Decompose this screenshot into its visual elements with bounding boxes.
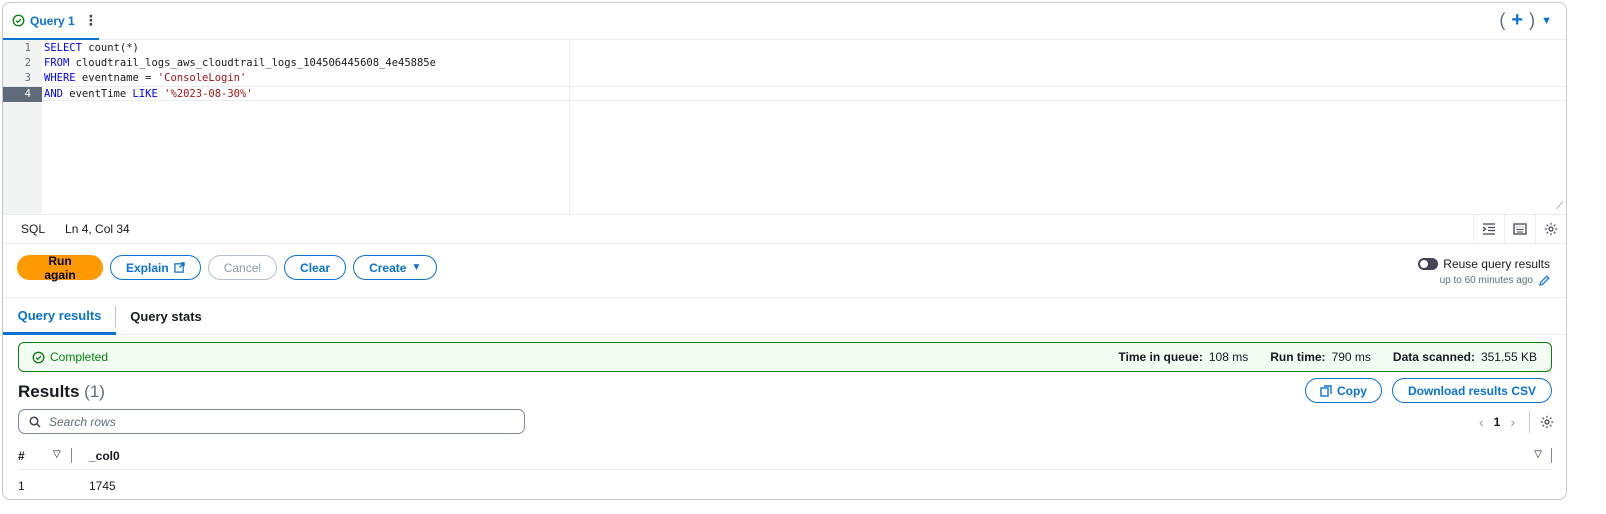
search-input[interactable] xyxy=(49,414,489,429)
keyboard-shortcuts-icon[interactable] xyxy=(1504,215,1535,243)
editor-status-bar: SQL Ln 4, Col 34 xyxy=(3,214,1566,244)
time-in-queue-label: Time in queue: xyxy=(1118,350,1203,364)
pagination: ‹ 1 › xyxy=(1479,410,1554,434)
column-resizer[interactable] xyxy=(71,448,72,463)
sort-icon[interactable]: ▽ xyxy=(1534,449,1542,460)
search-icon xyxy=(29,415,41,428)
add-tab-button[interactable]: + xyxy=(1511,9,1523,32)
tab-query-stats[interactable]: Query stats xyxy=(116,298,216,335)
line-number: 2 xyxy=(24,57,31,69)
editor-tools xyxy=(1473,215,1566,243)
success-check-icon xyxy=(32,351,45,363)
results-tabs: Query results Query stats xyxy=(3,297,1566,335)
row-value: 1745 xyxy=(89,479,116,493)
results-count: (1) xyxy=(84,382,105,401)
copy-button[interactable]: Copy xyxy=(1304,378,1382,403)
sql-keyword: FROM xyxy=(44,57,70,69)
create-label: Create xyxy=(369,260,407,275)
sql-token: eventname = xyxy=(75,72,158,84)
column-header-col0[interactable]: _col0 xyxy=(89,449,120,463)
code-line[interactable]: 1 SELECT count(*) xyxy=(3,41,1566,56)
explain-label: Explain xyxy=(126,260,169,275)
sort-icon[interactable]: ▽ xyxy=(53,449,61,460)
pager-divider xyxy=(1529,411,1530,433)
language-label: SQL xyxy=(21,222,46,236)
line-number: 4 xyxy=(3,87,42,102)
run-time-value: 790 ms xyxy=(1331,350,1371,364)
more-options-icon[interactable]: ⋮ xyxy=(84,12,98,29)
caret-down-icon: ▼ xyxy=(411,262,422,273)
code-text[interactable]: WHERE eventname = 'ConsoleLogin' xyxy=(44,71,246,86)
status-banner: Completed Time in queue: 108 ms Run time:… xyxy=(18,342,1552,372)
previous-page-icon[interactable]: ‹ xyxy=(1479,414,1484,430)
row-index: 1 xyxy=(18,479,25,493)
data-scanned-value: 351.55 KB xyxy=(1480,350,1537,364)
query-actions: Run again Explain Cancel Clear Create ▼ xyxy=(17,254,438,282)
tab-query-1[interactable]: Query 1 ⋮ xyxy=(3,3,99,40)
results-table-header: # ▽ _col0 ▽ xyxy=(18,444,1552,470)
code-text[interactable]: AND eventTime LIKE '%2023-08-30%' xyxy=(44,87,253,102)
results-actions: Copy Download results CSV xyxy=(1304,378,1552,403)
reuse-sub-label: up to 60 minutes ago xyxy=(1439,275,1533,286)
query-metrics: Time in queue: 108 ms Run time: 790 ms Dat… xyxy=(1118,343,1537,371)
current-page[interactable]: 1 xyxy=(1494,415,1501,429)
format-query-icon[interactable] xyxy=(1473,215,1504,243)
code-line[interactable]: 2 FROM cloudtrail_logs_aws_cloudtrail_log… xyxy=(3,56,1566,71)
code-line[interactable]: 4 AND eventTime LIKE '%2023-08-30%' xyxy=(3,86,1566,102)
reuse-query-results: Reuse query results up to 60 minutes ago xyxy=(1418,257,1550,286)
reuse-label: Reuse query results xyxy=(1443,257,1550,271)
explain-button[interactable]: Explain xyxy=(110,255,201,280)
search-rows-field[interactable] xyxy=(18,409,525,434)
tab-label: Query 1 xyxy=(30,13,75,28)
next-page-icon[interactable]: › xyxy=(1510,414,1515,430)
results-title: Results xyxy=(18,382,80,401)
column-resizer[interactable] xyxy=(1551,448,1552,463)
time-in-queue-value: 108 ms xyxy=(1208,350,1249,364)
sql-keyword: AND xyxy=(44,88,63,100)
results-heading: Results (1) xyxy=(18,382,105,402)
sql-string: '%2023-08-30%' xyxy=(164,88,253,100)
create-button[interactable]: Create ▼ xyxy=(353,255,438,280)
data-scanned-label: Data scanned: xyxy=(1392,350,1475,364)
editor-settings-icon[interactable] xyxy=(1535,215,1566,243)
query-tab-bar: Query 1 ⋮ ( + ) ▼ xyxy=(3,3,1566,40)
sql-token: cloudtrail_logs_aws_cloudtrail_logs_1045… xyxy=(69,57,436,69)
tab-query-results[interactable]: Query results xyxy=(3,298,116,335)
copy-label: Copy xyxy=(1336,383,1367,398)
download-csv-button[interactable]: Download results CSV xyxy=(1391,378,1552,403)
table-preferences-icon[interactable] xyxy=(1540,415,1554,429)
code-text[interactable]: FROM cloudtrail_logs_aws_cloudtrail_logs… xyxy=(44,56,436,71)
query-editor-panel: Query 1 ⋮ ( + ) ▼ 1 SELECT count(*) 2 FROM … xyxy=(2,2,1567,500)
code-line[interactable]: 3 WHERE eventname = 'ConsoleLogin' xyxy=(3,71,1566,86)
code-text[interactable]: SELECT count(*) xyxy=(44,41,139,56)
tab-actions: ( + ) ▼ xyxy=(1499,9,1552,32)
line-number: 3 xyxy=(24,72,31,84)
reuse-results-toggle[interactable] xyxy=(1418,258,1439,270)
tab-menu-caret-icon[interactable]: ▼ xyxy=(1541,15,1552,27)
cancel-button: Cancel xyxy=(207,255,278,280)
external-link-icon xyxy=(173,262,185,273)
sql-token: count(*) xyxy=(81,42,139,54)
completed-label: Completed xyxy=(50,350,109,364)
sql-keyword: SELECT xyxy=(44,42,82,54)
cursor-position: Ln 4, Col 34 xyxy=(65,222,130,236)
clear-button[interactable]: Clear xyxy=(284,255,347,280)
sql-editor[interactable]: 1 SELECT count(*) 2 FROM cloudtrail_logs_aw… xyxy=(3,40,1566,214)
bracket-right: ) xyxy=(1529,10,1536,30)
run-again-button[interactable]: Run again xyxy=(17,254,103,282)
bracket-left: ( xyxy=(1499,10,1506,30)
resize-handle-icon[interactable]: ⟋ xyxy=(1556,201,1563,212)
copy-icon xyxy=(1320,384,1332,397)
column-header-index: # xyxy=(18,449,25,463)
table-row: 1 1745 xyxy=(18,475,1552,497)
sql-token: eventTime xyxy=(62,88,133,100)
sql-keyword: LIKE xyxy=(132,88,158,100)
edit-pencil-icon[interactable] xyxy=(1539,275,1550,286)
line-number: 1 xyxy=(24,42,31,54)
sql-keyword: WHERE xyxy=(44,72,76,84)
run-time-label: Run time: xyxy=(1270,350,1326,364)
sql-string: 'ConsoleLogin' xyxy=(157,72,247,84)
check-circle-icon xyxy=(12,14,25,27)
